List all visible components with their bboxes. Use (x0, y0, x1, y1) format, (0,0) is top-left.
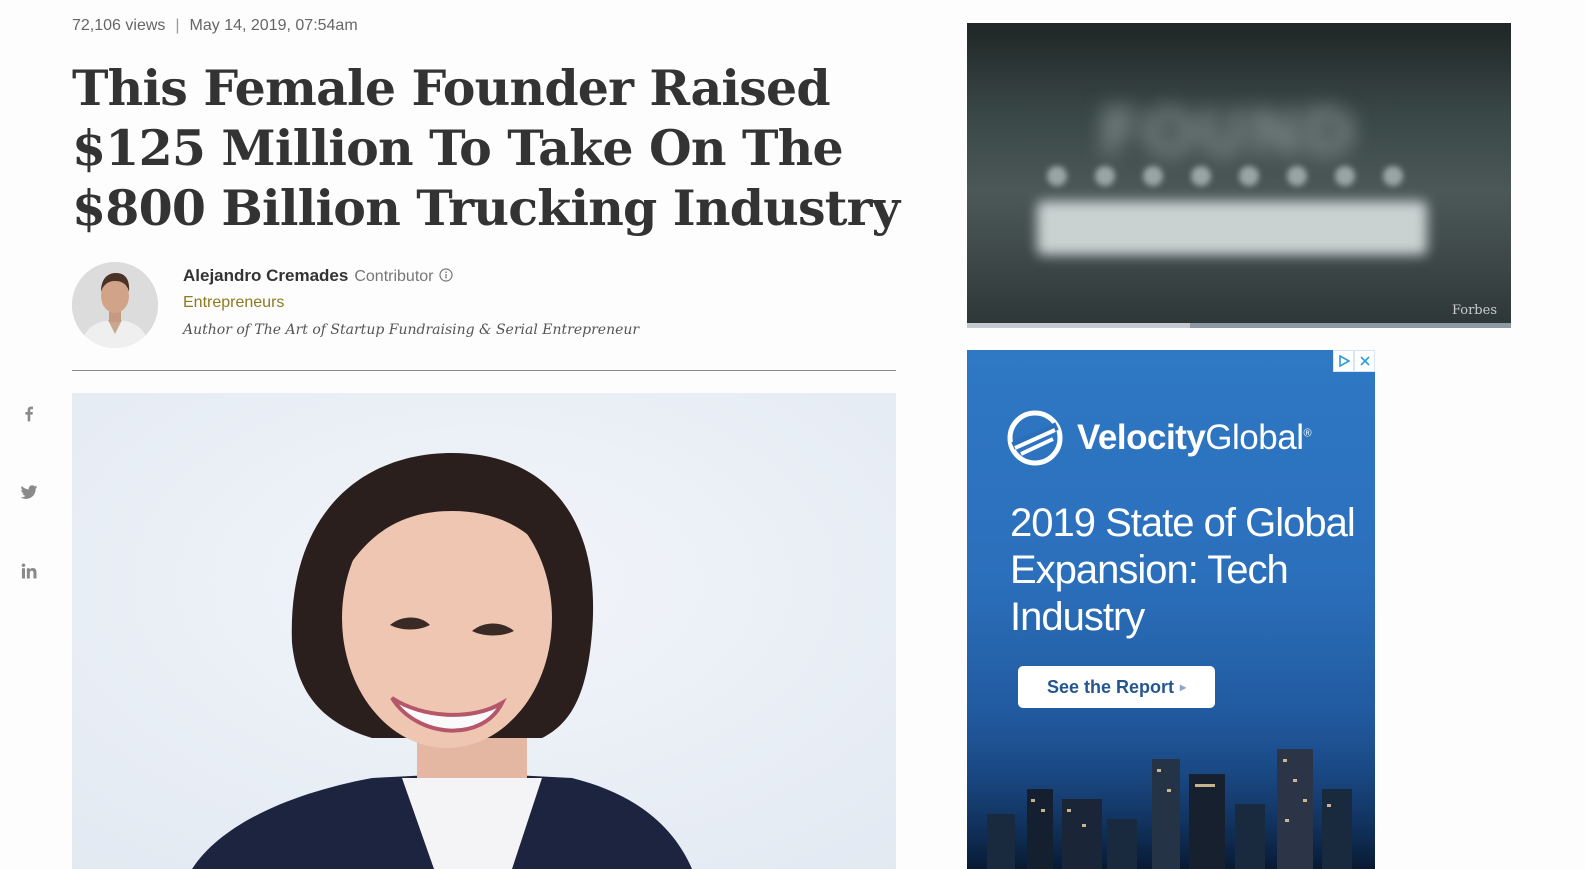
linkedin-icon (21, 563, 37, 579)
ad-close-button[interactable] (1354, 350, 1375, 372)
ad-headline: 2019 State of Global Expansion: Tech Ind… (1010, 501, 1356, 639)
author-avatar[interactable] (72, 262, 158, 348)
video-dots (1047, 166, 1403, 186)
author-role: Contributor (354, 268, 434, 285)
ad-logo: VelocityGlobal® (1005, 408, 1312, 468)
article-headline: This Female Founder Raised $125 Million … (72, 59, 900, 237)
meta-separator: | (175, 17, 180, 34)
video-progress-fill (967, 323, 1191, 328)
facebook-share-button[interactable] (16, 400, 42, 426)
adchoices-button[interactable] (1333, 350, 1354, 372)
ad-cta-button[interactable]: See the Report ▸ (1018, 666, 1215, 708)
article-meta: 72,106 views | May 14, 2019, 07:54am (72, 17, 358, 35)
city-skyline-image (967, 729, 1375, 869)
author-row: Alejandro Cremades Contributor (183, 266, 453, 286)
channel-link[interactable]: Entrepreneurs (183, 294, 284, 312)
adchoices-icon (1338, 355, 1350, 367)
linkedin-share-button[interactable] (16, 558, 42, 584)
byline: Alejandro Cremades Contributor Entreprene… (72, 262, 896, 352)
ad-cta-label: See the Report (1046, 676, 1174, 697)
ad-logo-bold: Velocity (1077, 418, 1206, 457)
info-icon[interactable] (438, 268, 453, 282)
publish-date: May 14, 2019, 07:54am (189, 17, 358, 34)
facebook-icon (25, 406, 33, 422)
ad-banner[interactable]: VelocityGlobal® 2019 State of Global Exp… (967, 350, 1375, 869)
twitter-icon (20, 485, 38, 499)
velocity-logo-icon (1007, 410, 1063, 466)
video-brand: Forbes (1451, 303, 1497, 318)
video-progress-bar[interactable] (967, 323, 1511, 328)
close-icon (1359, 356, 1370, 366)
twitter-share-button[interactable] (16, 479, 42, 505)
hero-image (72, 393, 896, 869)
chevron-right-icon: ▸ (1180, 680, 1187, 694)
video-player[interactable]: FOUND Forbes (967, 23, 1511, 328)
svg-text:FOUND: FOUND (1099, 97, 1356, 171)
author-name[interactable]: Alejandro Cremades (183, 266, 348, 285)
ad-logo-mark: ® (1303, 427, 1312, 440)
view-count: 72,106 views (72, 17, 166, 34)
video-subtitle-blur (1037, 201, 1427, 255)
byline-divider (72, 370, 896, 371)
author-bio: Author of The Art of Startup Fundraising… (183, 322, 640, 338)
ad-controls (1333, 350, 1375, 372)
ad-logo-light: Global (1205, 418, 1304, 457)
